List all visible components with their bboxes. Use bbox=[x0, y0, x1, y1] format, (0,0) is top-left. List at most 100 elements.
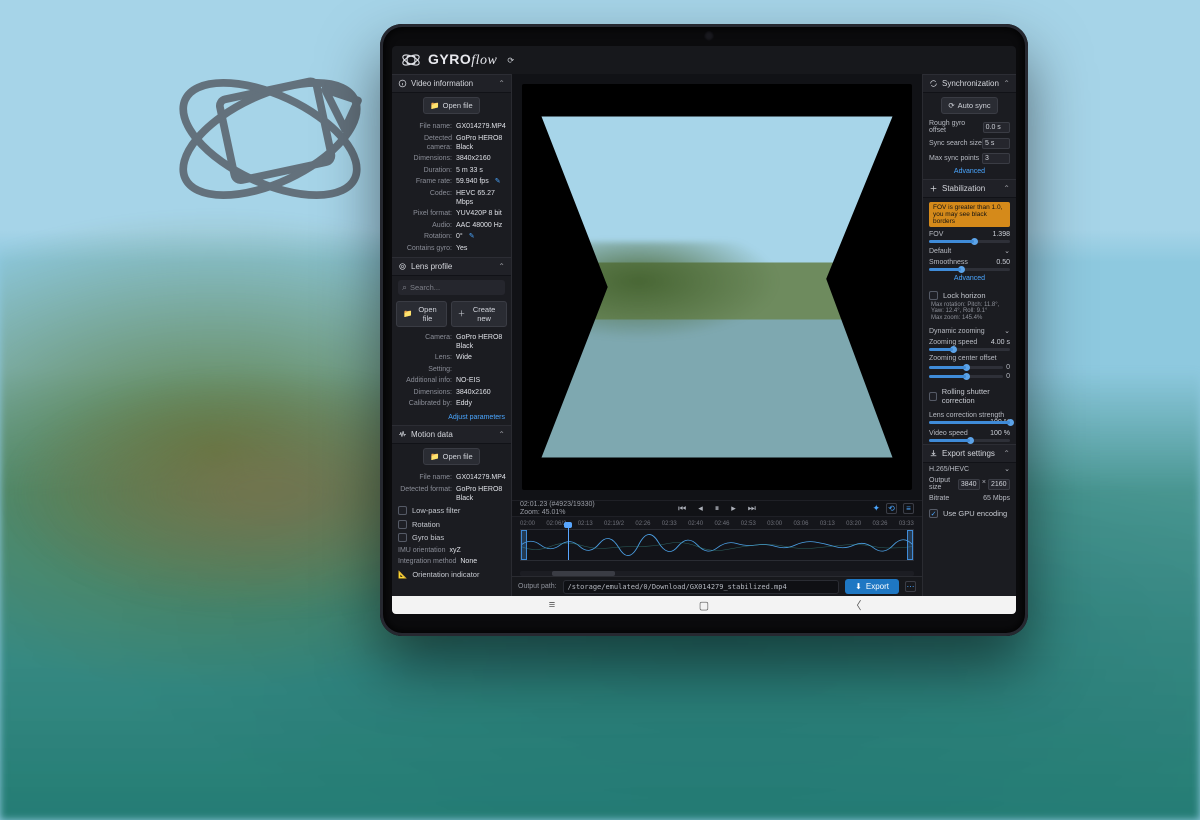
lbl-laddl: Additional info: bbox=[398, 376, 452, 385]
tick-label: 03:20 bbox=[846, 521, 861, 527]
rotation-label: Rotation bbox=[412, 520, 440, 529]
skip-start-icon[interactable]: ⏮ bbox=[678, 503, 686, 514]
reload-icon[interactable]: ⟳ bbox=[507, 56, 514, 65]
rotation-checkbox[interactable] bbox=[398, 520, 407, 529]
zoomspeed-val: 4.00 s bbox=[991, 339, 1010, 346]
nav-recent-icon[interactable]: ≡ bbox=[546, 599, 558, 611]
trim-end-handle[interactable] bbox=[907, 530, 913, 560]
section-lens-profile[interactable]: Lens profile ⌃ bbox=[392, 257, 511, 276]
preview-frame bbox=[522, 84, 912, 490]
timeline[interactable]: 02:0002:06/202:1302:19/202:2602:3302:400… bbox=[512, 516, 922, 576]
section-export-settings[interactable]: Export settings ⌃ bbox=[923, 444, 1016, 463]
zoom-speed-slider[interactable] bbox=[929, 348, 1010, 351]
output-width-input[interactable]: 3840 bbox=[958, 479, 980, 490]
export-button[interactable]: ⬇ Export bbox=[845, 579, 899, 594]
nav-back-icon[interactable]: 〈 bbox=[850, 597, 862, 613]
trim-start-handle[interactable] bbox=[521, 530, 527, 560]
gpu-encoding-checkbox[interactable] bbox=[929, 509, 938, 518]
output-path-field[interactable]: /storage/emulated/0/Download/GX014279_st… bbox=[563, 580, 840, 594]
lbl-lcal: Calibrated by: bbox=[398, 399, 452, 408]
lens-search-input[interactable]: Search... bbox=[398, 280, 505, 295]
lbl-lcam: Camera: bbox=[398, 333, 452, 351]
open-lens-label: Open file bbox=[415, 305, 439, 323]
open-motion-button[interactable]: 📁 Open file bbox=[423, 448, 479, 465]
lbl-integ: Integration method bbox=[398, 557, 456, 566]
lock-horizon-label: Lock horizon bbox=[943, 291, 986, 300]
section-synchronization[interactable]: Synchronization ⌃ bbox=[923, 74, 1016, 93]
gyro-wave[interactable] bbox=[520, 529, 914, 561]
edit-fps-icon[interactable]: ✎ bbox=[495, 177, 501, 186]
lock-horizon-checkbox[interactable] bbox=[929, 291, 938, 300]
fov-val: 1.398 bbox=[992, 231, 1010, 238]
lbl-llens: Lens: bbox=[398, 353, 452, 362]
open-video-button[interactable]: 📁 Open file bbox=[423, 97, 479, 114]
timecode-text: 02:01.23 (#4923/19330) bbox=[520, 501, 595, 509]
rotation-info: Max rotation: Pitch: 11.8°, Yaw: 12.4°, … bbox=[929, 302, 1010, 314]
lens-section-title: Lens profile bbox=[411, 262, 452, 271]
bitrate-label: Bitrate bbox=[929, 495, 949, 502]
search-size-input[interactable]: 5 s bbox=[982, 138, 1010, 149]
rough-offset-input[interactable]: 0.0 s bbox=[983, 122, 1010, 133]
stab-advanced-link[interactable]: Advanced bbox=[923, 273, 1016, 286]
sync-advanced-link[interactable]: Advanced bbox=[923, 166, 1016, 179]
tick-label: 02:33 bbox=[662, 521, 677, 527]
tick-label: 02:00 bbox=[520, 521, 535, 527]
val-fps: 59.940 fps bbox=[456, 177, 489, 186]
chevron-down-icon[interactable]: ⌄ bbox=[1004, 327, 1010, 335]
android-nav-bar: ≡ ▢ 〈 bbox=[392, 596, 1016, 614]
stabilization-toggle-icon[interactable]: ✦ bbox=[872, 503, 880, 514]
stabilization-icon bbox=[929, 184, 938, 193]
gyrobias-checkbox[interactable] bbox=[398, 533, 407, 542]
gpu-label: Use GPU encoding bbox=[943, 509, 1007, 518]
section-video-info[interactable]: Video information ⌃ bbox=[392, 74, 511, 93]
lbl-fps: Frame rate: bbox=[398, 177, 452, 186]
lbl-dim: Dimensions: bbox=[398, 154, 452, 163]
chevron-down-icon[interactable]: ⌄ bbox=[1004, 465, 1010, 473]
create-lens-button[interactable]: ＋ Create new bbox=[451, 301, 507, 327]
adjust-parameters-link[interactable]: Adjust parameters bbox=[392, 412, 511, 425]
chevron-down-icon[interactable]: ⌄ bbox=[1004, 247, 1010, 255]
lbl-lset: Setting: bbox=[398, 365, 452, 374]
preview-menu-icon[interactable]: ≡ bbox=[903, 503, 914, 514]
play-pause-icon[interactable]: ⏸ bbox=[715, 503, 720, 514]
lbl-mfmt: Detected format: bbox=[398, 485, 452, 503]
tick-label: 03:06 bbox=[793, 521, 808, 527]
export-menu-icon[interactable]: ⋯ bbox=[905, 581, 916, 592]
lbl-dur: Duration: bbox=[398, 166, 452, 175]
skip-end-icon[interactable]: ⏭ bbox=[748, 503, 756, 514]
nav-home-icon[interactable]: ▢ bbox=[698, 599, 710, 612]
zoom-center-x-slider[interactable] bbox=[929, 366, 1003, 369]
fov-slider[interactable] bbox=[929, 240, 1010, 243]
next-frame-icon[interactable]: ▸ bbox=[731, 503, 736, 514]
prev-frame-icon[interactable]: ◂ bbox=[698, 503, 703, 514]
val-gyro: Yes bbox=[456, 244, 467, 253]
dynzoom-label: Dynamic zooming bbox=[929, 328, 985, 335]
smoothness-slider[interactable] bbox=[929, 268, 1010, 271]
section-motion-data[interactable]: Motion data ⌃ bbox=[392, 425, 511, 444]
video-speed-slider[interactable] bbox=[929, 439, 1010, 442]
open-lens-button[interactable]: 📁 Open file bbox=[396, 301, 447, 327]
lens-strength-slider[interactable] bbox=[929, 421, 1010, 424]
sync-icon bbox=[929, 79, 938, 88]
left-panel: Video information ⌃ 📁 Open file File nam… bbox=[392, 74, 512, 596]
bitrate-val: 65 Mbps bbox=[983, 495, 1010, 502]
rolling-shutter-checkbox[interactable] bbox=[929, 392, 937, 401]
playhead[interactable] bbox=[568, 527, 569, 560]
auto-sync-button[interactable]: ⟳ Auto sync bbox=[941, 97, 997, 114]
edit-rotation-icon[interactable]: ✎ bbox=[469, 232, 475, 241]
export-icon bbox=[929, 449, 938, 458]
output-height-input[interactable]: 2160 bbox=[988, 479, 1010, 490]
stab-section-title: Stabilization bbox=[942, 184, 985, 193]
loop-icon[interactable]: ⟲ bbox=[886, 503, 897, 514]
video-section-title: Video information bbox=[411, 79, 473, 88]
lowpass-checkbox[interactable] bbox=[398, 506, 407, 515]
motion-section-title: Motion data bbox=[411, 430, 453, 439]
val-lcam: GoPro HERO8 Black bbox=[456, 333, 505, 351]
rough-label: Rough gyro offset bbox=[929, 120, 983, 134]
max-points-input[interactable]: 3 bbox=[982, 153, 1010, 164]
section-stabilization[interactable]: Stabilization ⌃ bbox=[923, 179, 1016, 198]
timeline-scrollbar[interactable] bbox=[520, 571, 914, 576]
zoom-center-y-slider[interactable] bbox=[929, 375, 1003, 378]
video-preview[interactable] bbox=[512, 74, 922, 500]
lowpass-label: Low-pass filter bbox=[412, 506, 460, 515]
